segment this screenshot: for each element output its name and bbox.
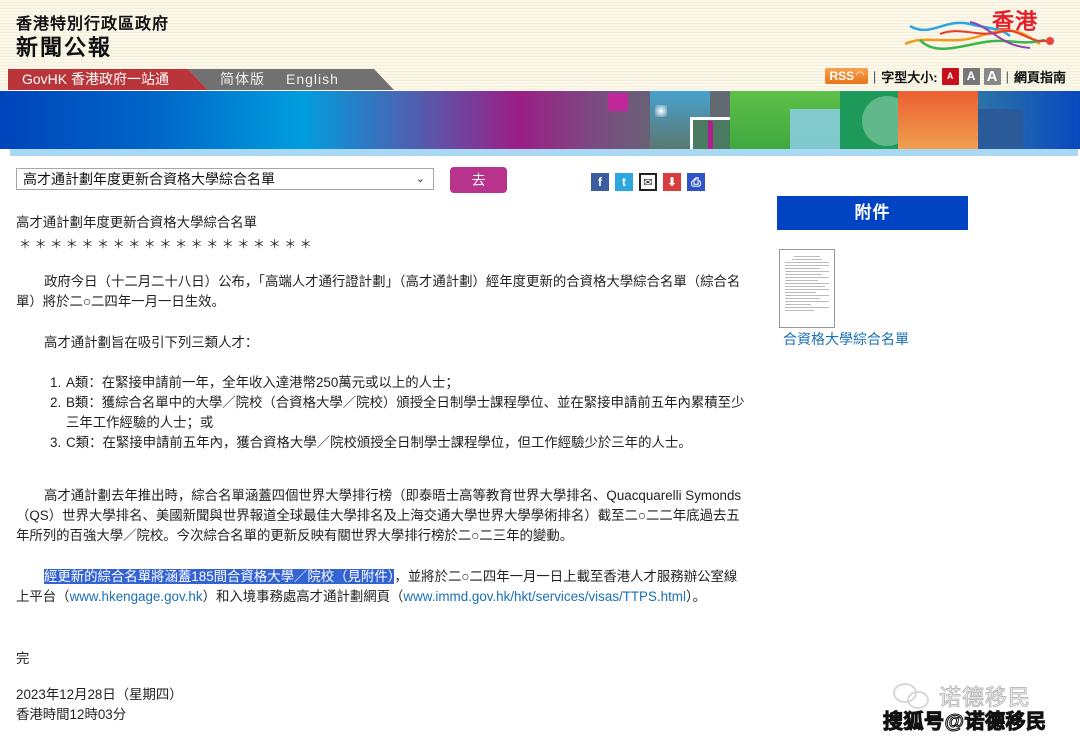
- list-text: A類：在緊接申請前一年，全年收入達港幣250萬元或以上的人士；: [66, 375, 459, 390]
- end-marker: 完: [16, 651, 30, 666]
- list-item: 2. B類：獲綜合名單中的大學／院校（合資格大學／院校）頒授全日制學士課程學位、…: [50, 393, 750, 433]
- watermark-source: 搜狐号@诺德移民: [883, 711, 1047, 734]
- talent-category-list: 1. A類：在緊接申請前一年，全年收入達港幣250萬元或以上的人士； 2. B類…: [50, 373, 750, 453]
- paragraph-text: ）和入境事務處高才通計劃網頁（: [202, 589, 404, 604]
- facebook-icon[interactable]: f: [591, 173, 609, 191]
- chevron-down-icon: ⌄: [415, 173, 425, 185]
- paragraph: 高才通計劃去年推出時，綜合名單涵蓋四個世界大學排行榜（即泰晤士高等教育世界大學排…: [16, 488, 742, 543]
- topic-select-value: 高才通計劃年度更新合資格大學綜合名單: [23, 171, 275, 187]
- download-icon[interactable]: ⬇: [663, 173, 681, 191]
- list-text: C類：在緊接申請前五年內，獲合資格大學／院校頒授全日制學士課程學位，但工作經驗少…: [66, 435, 692, 450]
- article-title: 高才通計劃年度更新合資格大學綜合名單: [16, 215, 258, 230]
- font-size-large-button[interactable]: A: [983, 67, 1001, 85]
- attachment-link[interactable]: 合資格大學綜合名單: [783, 329, 909, 349]
- dragon-ribbon-icon: [904, 21, 1054, 50]
- simplified-chinese-link[interactable]: 简体版: [220, 69, 265, 90]
- banner-shape: [978, 109, 1023, 149]
- share-toolbar: f t ✉ ⬇ ⎙: [591, 173, 705, 191]
- paragraph: 政府今日（十二月二十八日）公布，「高端人才通行證計劃」（高才通計劃）經年度更新的…: [16, 274, 741, 309]
- top-nav: GovHK 香港政府一站通 简体版 English: [8, 69, 398, 90]
- selected-text: 經更新的綜合名單將涵蓋185間合資格大學／院校（見附件）: [44, 569, 395, 584]
- banner-underline: [10, 149, 1078, 156]
- print-icon[interactable]: ⎙: [687, 173, 705, 191]
- list-item: 1. A類：在緊接申請前一年，全年收入達港幣250萬元或以上的人士；: [50, 373, 750, 393]
- decorative-banner: [0, 91, 1080, 149]
- paragraph: 高才通計劃旨在吸引下列三類人才：: [44, 335, 259, 350]
- govhk-link[interactable]: GovHK 香港政府一站通: [8, 69, 208, 90]
- paragraph: 經更新的綜合名單將涵蓋185間合資格大學／院校（見附件），並將於二○二四年一月一…: [16, 567, 746, 607]
- immd-link[interactable]: www.immd.gov.hk/hkt/services/visas/TTPS.…: [403, 589, 686, 604]
- email-icon[interactable]: ✉: [639, 173, 657, 191]
- divider: |: [872, 68, 877, 84]
- font-size-medium-button[interactable]: A: [962, 67, 980, 85]
- rss-button[interactable]: RSS ◠: [825, 68, 868, 84]
- topic-select[interactable]: 高才通計劃年度更新合資格大學綜合名單 ⌄: [16, 168, 434, 190]
- banner-sparkle: [655, 105, 667, 117]
- list-item: 3. C類：在緊接申請前五年內，獲合資格大學／院校頒授全日制學士課程學位，但工作…: [50, 433, 750, 453]
- list-number: 1.: [50, 375, 62, 390]
- attachment-thumbnail[interactable]: [779, 249, 835, 328]
- list-number: 3.: [50, 435, 62, 450]
- attachment-heading: 附件: [777, 196, 968, 230]
- divider: |: [1005, 68, 1009, 84]
- site-header: 香港特別行政區政府 新聞公報 GovHK 香港政府一站通 简体版 English…: [0, 0, 1080, 90]
- go-button[interactable]: 去: [450, 167, 507, 193]
- twitter-icon[interactable]: t: [615, 173, 633, 191]
- banner-shape: [708, 121, 713, 149]
- rss-label: RSS: [829, 69, 855, 83]
- font-size-label: 字型大小:: [881, 69, 938, 85]
- header-tools: RSS ◠ | 字型大小: A A A | 網頁指南: [825, 67, 1066, 85]
- press-release-title[interactable]: 新聞公報: [16, 30, 112, 62]
- paragraph-text: ）。: [685, 589, 707, 604]
- site-guide-link[interactable]: 網頁指南: [1014, 67, 1066, 86]
- title-separator: ＊＊＊＊＊＊＊＊＊＊＊＊＊＊＊＊＊＊＊: [19, 237, 316, 251]
- list-number: 2.: [50, 395, 62, 410]
- release-date: 2023年12月28日（星期四）: [16, 687, 183, 702]
- font-size-small-button[interactable]: A: [941, 67, 959, 85]
- list-text: B類：獲綜合名單中的大學／院校（合資格大學／院校）頒授全日制學士課程學位、並在緊…: [66, 395, 745, 430]
- release-time: 香港時間12時03分: [16, 707, 127, 722]
- hkengage-link[interactable]: www.hkengage.gov.hk: [70, 589, 203, 604]
- brand-hong-kong-logo[interactable]: 香港: [900, 2, 1060, 57]
- english-link[interactable]: English: [286, 69, 339, 90]
- rss-icon: ◠: [856, 70, 864, 81]
- banner-shape: [608, 93, 628, 111]
- banner-shape: [898, 91, 978, 149]
